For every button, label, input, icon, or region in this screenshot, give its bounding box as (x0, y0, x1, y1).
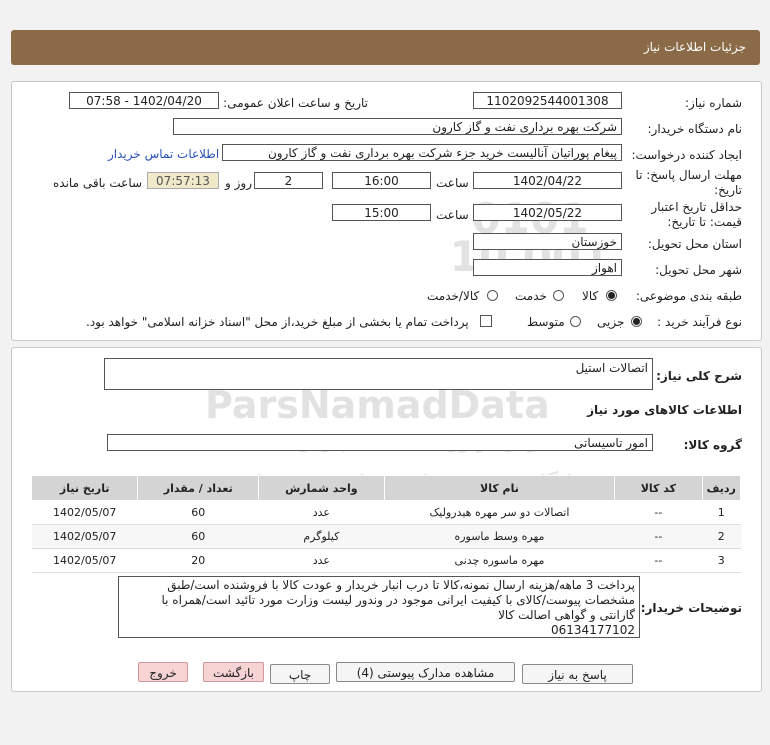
col-name: نام کالا (383, 475, 616, 501)
col-row: ردیف (701, 475, 741, 501)
process-option-minor: جزیی (597, 315, 625, 329)
cell-code: -- (614, 548, 702, 573)
back-button[interactable]: بازگشت (203, 662, 264, 682)
cell-code: -- (614, 500, 702, 525)
category-radio-service[interactable] (553, 290, 564, 301)
deadline-time-field: 16:00 (332, 172, 431, 189)
category-option-service: خدمت (515, 289, 547, 303)
creator-field: پیغام پوراتیان آنالیست خرید جزء شرکت بهر… (222, 144, 622, 161)
category-radio-both[interactable] (487, 290, 498, 301)
process-radio-medium[interactable] (570, 316, 581, 327)
items-section-title: اطلاعات کالاهای مورد نیاز (587, 403, 742, 417)
buyer-contact-link-text[interactable]: اطلاعات تماس خریدار (108, 147, 219, 161)
remaining-time-field: 07:57:13 (147, 172, 219, 189)
deadline-label-line1: مهلت ارسال پاسخ: تا (635, 168, 742, 182)
cell-row: 3 (702, 548, 741, 573)
attachments-button[interactable]: مشاهده مدارک پیوستی (4) (336, 662, 515, 682)
treasury-payment-checkbox[interactable] (480, 315, 492, 327)
table-row: 2 -- مهره وسط ماسوره کیلوگرم 60 1402/05/… (31, 524, 741, 549)
table-row: 1 -- اتصالات دو سر مهره هیدرولیک عدد 60 … (31, 500, 741, 525)
cell-qty: 60 (137, 524, 259, 549)
col-date: تاریخ نیاز (30, 475, 139, 501)
cell-date: 1402/05/07 (31, 548, 138, 573)
deadline-date-field: 1402/04/22 (473, 172, 622, 189)
process-label: نوع فرآیند خرید : (657, 315, 742, 329)
deadline-label: مهلت ارسال پاسخ: تا تاریخ: (635, 168, 742, 198)
summary-label: شرح کلی نیاز: (656, 369, 742, 383)
cell-row: 1 (702, 500, 741, 525)
city-field: اهواز (473, 259, 622, 276)
creator-label: ایجاد کننده درخواست: (631, 148, 742, 162)
goods-group-label: گروه کالا: (683, 438, 742, 452)
cell-name: اتصالات دو سر مهره هیدرولیک (384, 500, 615, 525)
province-label: استان محل تحویل: (647, 237, 742, 251)
goods-group-field: امور تاسیساتی (107, 434, 653, 451)
need-number-label: شماره نیاز: (685, 96, 742, 110)
buyer-field: شرکت بهره برداری نفت و گاز کارون (173, 118, 622, 135)
need-number-field: 1102092544001308 (473, 92, 622, 109)
validity-label-line2: قیمت: تا تاریخ: (667, 215, 742, 229)
col-code: کد کالا (614, 475, 703, 501)
table-header-row: ردیف کد کالا نام کالا واحد شمارش تعداد /… (30, 475, 741, 501)
city-label: شهر محل تحویل: (655, 263, 742, 277)
cell-unit: عدد (258, 500, 385, 525)
cell-qty: 60 (137, 500, 259, 525)
cell-qty: 20 (137, 548, 259, 573)
announce-field: 1402/04/20 - 07:58 (69, 92, 219, 109)
table-row: 3 -- مهره ماسوره چدنی عدد 20 1402/05/07 (31, 548, 741, 573)
cell-date: 1402/05/07 (31, 500, 138, 525)
days-field: 2 (254, 172, 323, 189)
cell-name: مهره ماسوره چدنی (384, 548, 615, 573)
buyer-contact-link[interactable]: اطلاعات تماس خریدار (108, 147, 219, 161)
buyer-notes-field: پرداخت 3 ماهه/هزینه ارسال نمونه،کالا تا … (118, 576, 640, 638)
deadline-time-label: ساعت (436, 176, 469, 190)
category-radio-goods[interactable] (606, 290, 617, 301)
print-button[interactable]: چاپ (270, 664, 330, 684)
cell-name: مهره وسط ماسوره (384, 524, 615, 549)
buyer-label: نام دستگاه خریدار: (647, 122, 743, 136)
validity-label: حداقل تاریخ اعتبار قیمت: تا تاریخ: (651, 200, 742, 230)
summary-field: اتصالات استیل (104, 358, 653, 390)
days-and-label: روز و (225, 176, 252, 190)
province-field: خوزستان (473, 233, 622, 250)
cell-unit: عدد (258, 548, 385, 573)
page-header: جزئیات اطلاعات نیاز (11, 30, 760, 65)
reply-button[interactable]: پاسخ به نیاز (522, 664, 633, 684)
validity-time-field: 15:00 (332, 204, 431, 221)
buyer-notes-label: توضیحات خریدار: (640, 601, 742, 615)
cell-unit: کیلوگرم (258, 524, 385, 549)
cell-date: 1402/05/07 (31, 524, 138, 549)
category-label: طبقه بندی موضوعی: (635, 289, 742, 303)
cell-row: 2 (702, 524, 741, 549)
page-title: جزئیات اطلاعات نیاز (643, 40, 746, 54)
category-option-goods: کالا (582, 289, 599, 303)
col-qty: تعداد / مقدار (137, 475, 260, 501)
announce-label: تاریخ و ساعت اعلان عمومی: (223, 96, 368, 110)
validity-date-field: 1402/05/22 (473, 204, 622, 221)
col-unit: واحد شمارش (258, 475, 385, 501)
validity-time-label: ساعت (436, 208, 469, 222)
process-radio-minor[interactable] (631, 316, 642, 327)
validity-label-line1: حداقل تاریخ اعتبار (651, 200, 742, 214)
items-table: ردیف کد کالا نام کالا واحد شمارش تعداد /… (30, 475, 741, 573)
process-option-medium: متوسط (527, 315, 565, 329)
remaining-label: ساعت باقی مانده (53, 176, 143, 190)
exit-button[interactable]: خروج (138, 662, 188, 682)
cell-code: -- (614, 524, 702, 549)
treasury-payment-text: پرداخت تمام یا بخشی از مبلغ خرید،از محل … (86, 315, 469, 329)
deadline-label-line2: تاریخ: (714, 183, 742, 197)
category-option-both: کالا/خدمت (427, 289, 480, 303)
